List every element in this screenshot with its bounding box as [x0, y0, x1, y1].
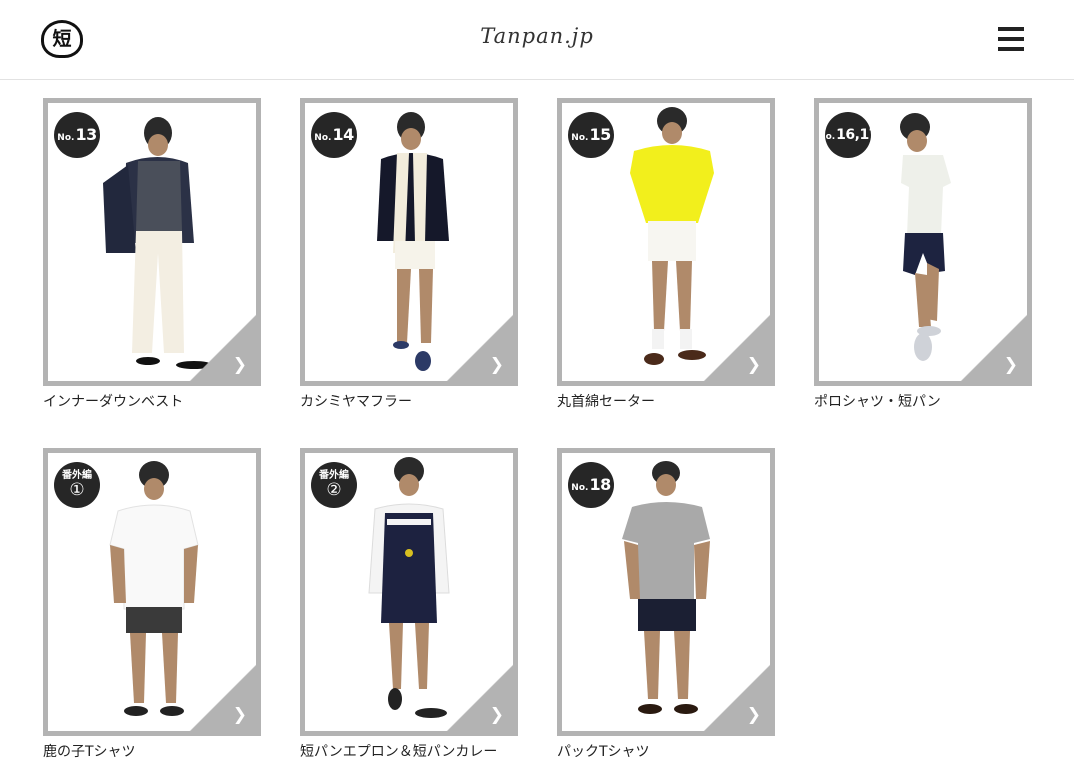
card-caption[interactable]: 丸首綿セーター [557, 391, 797, 411]
chevron-right-icon: ❯ [489, 705, 504, 725]
card-frame: 番外編 ① ❯ [43, 448, 261, 736]
corner-tab[interactable]: ❯ [703, 314, 770, 381]
card-caption[interactable]: インナーダウンベスト [43, 391, 283, 411]
corner-tab[interactable]: ❯ [189, 314, 256, 381]
outfit-card-extra-1[interactable]: 番外編 ① ❯ 鹿の子Tシャツ [43, 448, 261, 773]
extra-badge: 番外編 ② [311, 462, 357, 508]
chevron-right-icon: ❯ [232, 705, 247, 725]
card-caption[interactable]: 鹿の子Tシャツ [43, 741, 283, 761]
card-frame: No. 18 ❯ [557, 448, 775, 736]
site-header: 短 Tanpan.jp [0, 0, 1074, 80]
outfit-card-14[interactable]: No. 14 ❯ カシミヤマフラー [300, 98, 518, 428]
card-frame: No. 14 ❯ [300, 98, 518, 386]
card-caption[interactable]: パックTシャツ [557, 741, 797, 761]
number-badge: No. 14 [311, 112, 357, 158]
chevron-right-icon: ❯ [489, 355, 504, 375]
chevron-right-icon: ❯ [746, 355, 761, 375]
corner-tab[interactable]: ❯ [446, 314, 513, 381]
chevron-right-icon: ❯ [746, 705, 761, 725]
card-frame: No. 13 ❯ [43, 98, 261, 386]
corner-tab[interactable]: ❯ [446, 664, 513, 731]
number-badge: No. 15 [568, 112, 614, 158]
outfit-card-18[interactable]: No. 18 ❯ パックTシャツ [557, 448, 775, 773]
corner-tab[interactable]: ❯ [703, 664, 770, 731]
number-badge: No. 16,17 [819, 112, 878, 158]
card-frame: No. 16,17 ❯ [814, 98, 1032, 386]
extra-badge: 番外編 ① [54, 462, 100, 508]
card-caption[interactable]: カシミヤマフラー [300, 391, 540, 411]
card-caption[interactable]: 短パンエプロン＆短パンカレー [300, 741, 540, 761]
outfit-card-13[interactable]: No. 13 ❯ インナーダウンベスト [43, 98, 261, 428]
card-caption[interactable]: ポロシャツ・短パン [814, 391, 1054, 411]
outfit-card-16-17[interactable]: No. 16,17 ❯ ポロシャツ・短パン [814, 98, 1032, 428]
chevron-right-icon: ❯ [1003, 355, 1018, 375]
corner-tab[interactable]: ❯ [189, 664, 256, 731]
number-badge: No. 13 [54, 112, 100, 158]
outfit-card-extra-2[interactable]: 番外編 ② ❯ 短パンエプロン＆短パンカレー [300, 448, 518, 773]
number-badge: No. 18 [568, 462, 614, 508]
outfit-card-15[interactable]: No. 15 ❯ 丸首綿セーター [557, 98, 775, 428]
hamburger-menu-icon[interactable] [998, 27, 1024, 51]
card-frame: No. 15 ❯ [557, 98, 775, 386]
corner-tab[interactable]: ❯ [960, 314, 1027, 381]
site-title[interactable]: Tanpan.jp [0, 24, 1074, 48]
card-frame: 番外編 ② ❯ [300, 448, 518, 736]
chevron-right-icon: ❯ [232, 355, 247, 375]
